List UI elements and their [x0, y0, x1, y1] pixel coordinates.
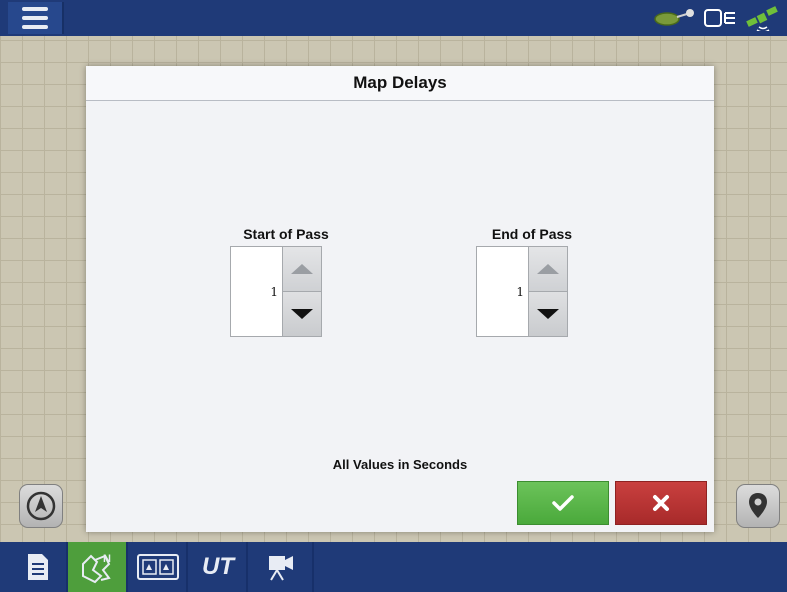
- menu-icon: [22, 7, 48, 11]
- compass-button[interactable]: [19, 484, 63, 528]
- end-of-pass-label: End of Pass: [491, 226, 573, 242]
- dialog-title: Map Delays: [353, 73, 447, 92]
- ut-icon: UT: [202, 553, 234, 580]
- arrow-up-icon: [537, 264, 559, 274]
- start-of-pass-input[interactable]: 1: [231, 247, 284, 336]
- document-icon: [28, 554, 48, 580]
- tab-split-view[interactable]: [130, 542, 188, 592]
- start-of-pass-label: Start of Pass: [243, 226, 329, 242]
- ok-button[interactable]: [517, 481, 609, 525]
- tab-universal-terminal[interactable]: UT: [190, 542, 248, 592]
- map-pin-icon: [749, 493, 767, 518]
- compass-icon: [26, 491, 56, 521]
- dialog-header: Map Delays: [86, 66, 714, 101]
- end-of-pass-decrement-button[interactable]: [529, 292, 567, 336]
- start-of-pass-increment-button[interactable]: [283, 247, 321, 292]
- tab-documents[interactable]: [10, 542, 68, 592]
- status-icons: [653, 2, 781, 34]
- bottom-nav-bar: N UT: [0, 542, 787, 592]
- map-tab-letter: N: [103, 553, 111, 565]
- tab-camera[interactable]: [250, 542, 314, 592]
- end-of-pass-stepper: 1: [476, 246, 568, 337]
- end-of-pass-field: End of Pass 1: [462, 226, 602, 337]
- end-of-pass-increment-button[interactable]: [529, 247, 567, 292]
- start-of-pass-decrement-button[interactable]: [283, 292, 321, 336]
- display-icon[interactable]: [703, 8, 739, 28]
- end-of-pass-input[interactable]: 1: [477, 247, 530, 336]
- tab-map[interactable]: N: [68, 542, 128, 592]
- cancel-button[interactable]: [615, 481, 707, 525]
- menu-button[interactable]: [8, 2, 64, 34]
- top-bar: [0, 0, 787, 36]
- arrow-down-icon: [537, 309, 559, 319]
- implement-icon[interactable]: [653, 8, 697, 28]
- arrow-down-icon: [291, 309, 313, 319]
- field-map-icon: N: [82, 553, 111, 584]
- map-delays-dialog: Map Delays Start of Pass 1 End of Pass 1: [86, 66, 714, 532]
- units-note: All Values in Seconds: [332, 457, 468, 472]
- arrow-up-icon: [291, 264, 313, 274]
- x-icon: [653, 495, 669, 511]
- map-pin-button[interactable]: [736, 484, 780, 528]
- camera-icon: [269, 556, 293, 581]
- checkmark-icon: [552, 495, 574, 511]
- split-view-icon: [137, 554, 179, 580]
- start-of-pass-stepper: 1: [230, 246, 322, 337]
- start-of-pass-field: Start of Pass 1: [216, 226, 356, 337]
- satellite-icon[interactable]: [745, 5, 781, 31]
